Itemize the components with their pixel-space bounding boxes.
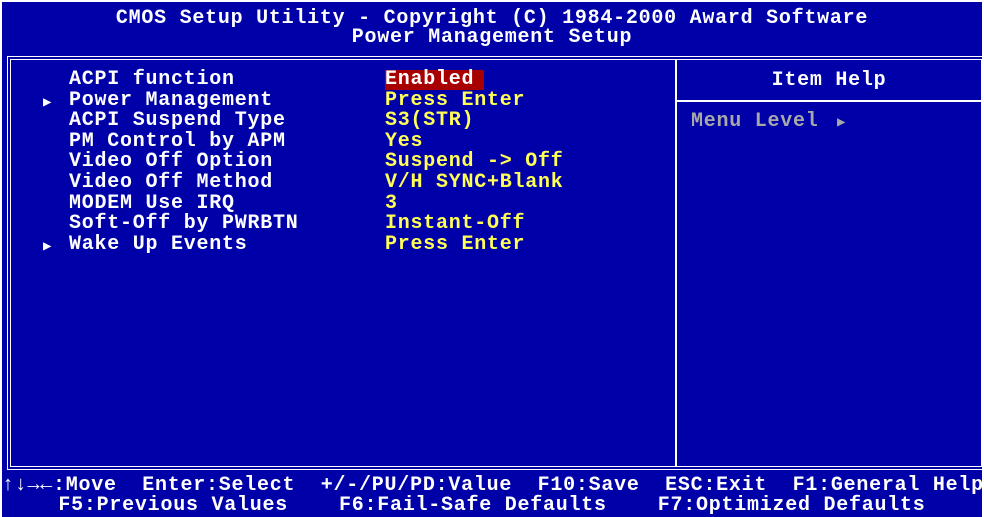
help-divider <box>677 100 981 102</box>
setting-value[interactable]: Instant-Off <box>385 214 525 234</box>
setting-value[interactable]: Press Enter <box>385 90 525 111</box>
setting-value[interactable]: 3 <box>385 193 398 214</box>
setting-value[interactable]: Press Enter <box>385 234 525 255</box>
setting-label: PM Control by APM <box>69 129 286 153</box>
setting-value[interactable]: V/H SYNC+Blank <box>385 173 564 193</box>
submenu-arrow-icon: ▶ <box>43 94 53 111</box>
bios-screen: CMOS Setup Utility - Copyright (C) 1984-… <box>2 2 984 517</box>
menu-level-arrow-icon: ▶ <box>837 115 847 131</box>
setting-label: Video Off Method <box>69 171 274 194</box>
item-help-title: Item Help <box>771 69 887 92</box>
footer-keys-line2: F5:Previous Values F6:Fail-Safe Defaults… <box>58 494 926 517</box>
setting-value[interactable]: Enabled <box>385 70 485 90</box>
submenu-arrow-icon: ▶ <box>43 238 53 255</box>
setting-label: Video Off Option <box>69 150 274 174</box>
header-subtitle: Power Management Setup <box>351 26 633 49</box>
setting-label: ACPI function <box>69 68 235 91</box>
setting-label: MODEM Use IRQ <box>69 191 235 215</box>
setting-label: Soft-Off by PWRBTN <box>69 212 299 236</box>
footer-keys-line1: ↑↓→←:Move Enter:Select +/-/PU/PD:Value F… <box>2 474 984 497</box>
setting-value[interactable]: Suspend -> Off <box>385 152 564 172</box>
setting-label: Power Management <box>69 88 274 112</box>
setting-label: ACPI Suspend Type <box>69 109 286 133</box>
setting-value[interactable]: S3(STR) <box>385 111 474 131</box>
setting-value[interactable]: Yes <box>385 131 423 152</box>
menu-level-label: Menu Level <box>691 110 819 133</box>
setting-label: Wake Up Events <box>69 232 248 256</box>
settings-panel: ACPI function Enabled ▶ Power Management Pre… <box>7 56 984 470</box>
panel-divider <box>675 60 677 466</box>
